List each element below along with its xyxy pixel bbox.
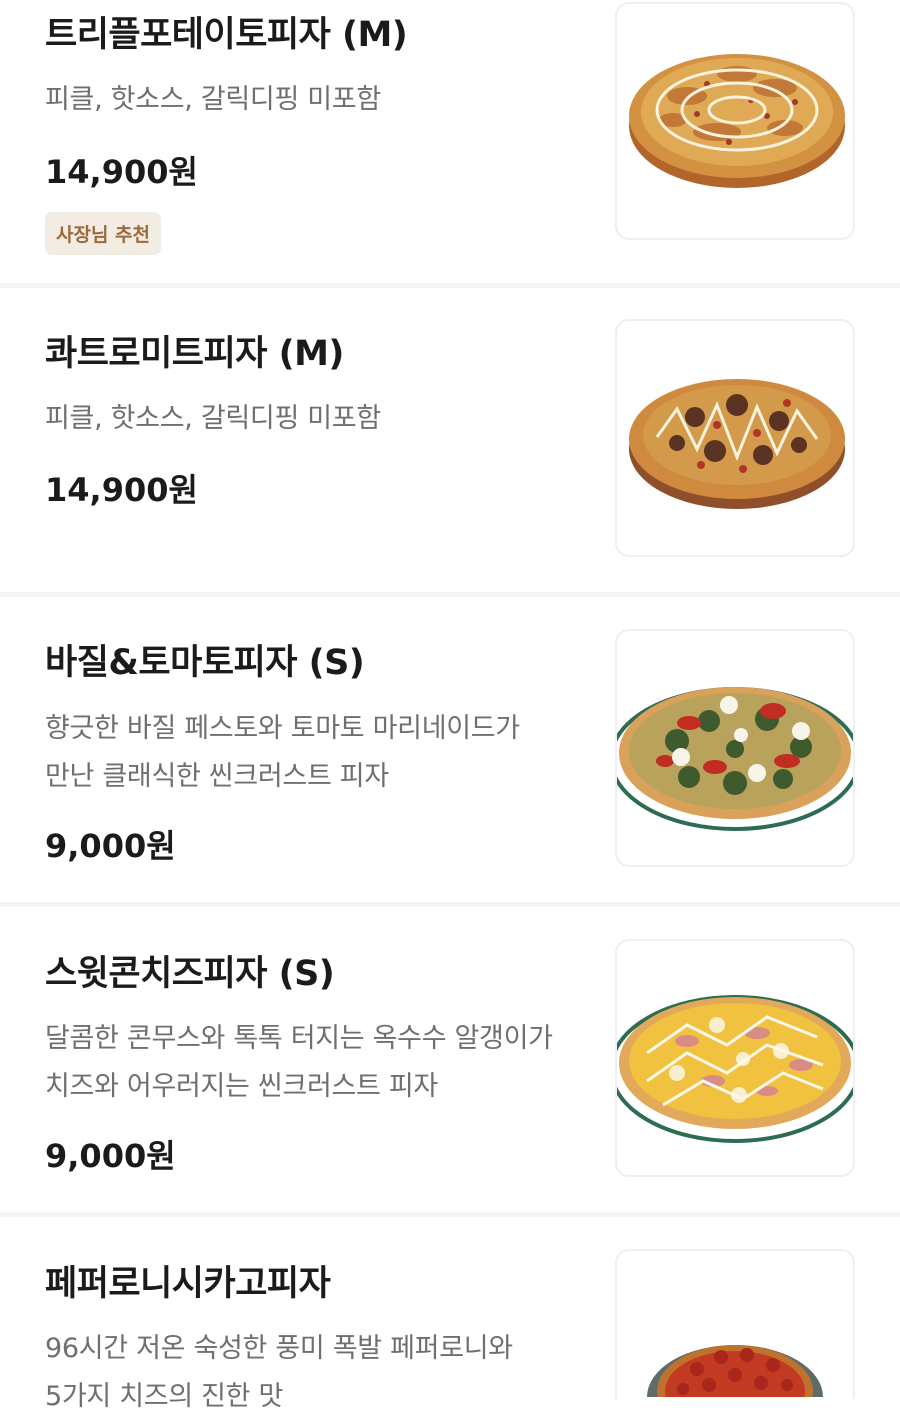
menu-item-price: 9,000원 bbox=[45, 1137, 176, 1175]
menu-item-description: 달콤한 콘무스와 톡톡 터지는 옥수수 알갱이가 치즈와 어우러지는 씬크러스트… bbox=[45, 1023, 553, 1102]
menu-item-name: 트리플포테이토피자 (M) bbox=[45, 15, 408, 55]
menu-item[interactable]: 스윗콘치즈피자 (S) 달콤한 콘무스와 톡톡 터지는 옥수수 알갱이가 치즈와… bbox=[0, 907, 900, 1217]
menu-item-description: 피클, 핫소스, 갈릭디핑 미포함 bbox=[45, 84, 381, 115]
sweet-corn-cheese-pizza-photo bbox=[617, 995, 853, 1143]
menu-item-image[interactable] bbox=[615, 629, 855, 867]
menu-item[interactable]: 페퍼로니시카고피자 96시간 저온 숙성한 풍미 폭발 페퍼로니와 5가지 치즈… bbox=[0, 1217, 900, 1412]
menu-item[interactable]: 트리플포테이토피자 (M) 피클, 핫소스, 갈릭디핑 미포함 14,900원 … bbox=[0, 0, 900, 288]
menu-item-image[interactable] bbox=[615, 1249, 855, 1399]
menu-item-description: 96시간 저온 숙성한 풍미 폭발 페퍼로니와 5가지 치즈의 진한 맛 bbox=[45, 1333, 513, 1412]
menu-list: 트리플포테이토피자 (M) 피클, 핫소스, 갈릭디핑 미포함 14,900원 … bbox=[0, 0, 900, 1412]
triple-potato-pizza-photo bbox=[629, 54, 845, 188]
menu-item-name: 콰트로미트피자 (M) bbox=[45, 334, 344, 374]
menu-item[interactable]: 바질&토마토피자 (S) 향긋한 바질 페스토와 토마토 마리네이드가 만난 클… bbox=[0, 597, 900, 907]
menu-item-image[interactable] bbox=[615, 939, 855, 1177]
menu-item-name: 바질&토마토피자 (S) bbox=[45, 643, 365, 683]
menu-item-price: 9,000원 bbox=[45, 827, 176, 865]
menu-item-image[interactable] bbox=[615, 319, 855, 557]
quattro-meat-pizza-photo bbox=[629, 379, 845, 509]
basil-tomato-pizza-photo bbox=[617, 687, 853, 831]
menu-item-name: 페퍼로니시카고피자 bbox=[45, 1264, 331, 1304]
menu-item-name: 스윗콘치즈피자 (S) bbox=[45, 954, 335, 994]
pepperoni-chicago-pizza-photo bbox=[647, 1345, 823, 1397]
menu-item-description: 향긋한 바질 페스토와 토마토 마리네이드가 만난 클래식한 씬크러스트 피자 bbox=[45, 713, 520, 792]
menu-item-image[interactable] bbox=[615, 2, 855, 240]
recommend-badge: 사장님 추천 bbox=[45, 212, 162, 255]
menu-item-price: 14,900원 bbox=[45, 153, 198, 191]
menu-item-price: 14,900원 bbox=[45, 471, 198, 509]
menu-item[interactable]: 콰트로미트피자 (M) 피클, 핫소스, 갈릭디핑 미포함 14,900원 bbox=[0, 288, 900, 597]
menu-item-description: 피클, 핫소스, 갈릭디핑 미포함 bbox=[45, 403, 381, 434]
